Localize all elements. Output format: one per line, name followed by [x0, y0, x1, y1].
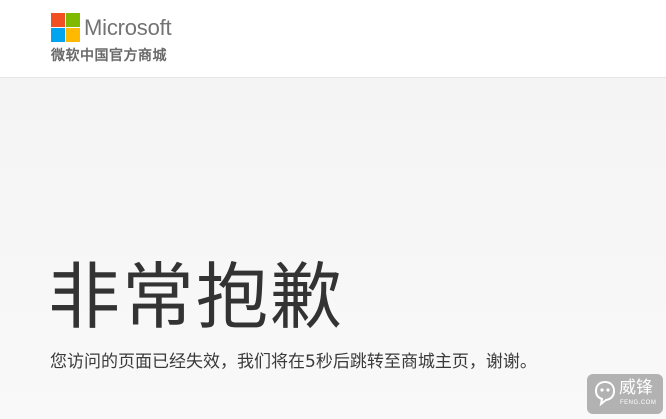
store-label: 微软中国官方商城 [51, 48, 167, 64]
site-watermark: 威锋 FENG.COM [587, 374, 663, 414]
logo-square-blue [51, 28, 65, 42]
feng-logo-icon [594, 380, 616, 406]
page-title: 非常抱歉 [48, 255, 345, 339]
brand-wordmark: Microsoft [84, 15, 172, 40]
logo-square-red [51, 13, 65, 27]
microsoft-store-home-link[interactable]: Microsoft 微软中国官方商城 [51, 13, 191, 67]
watermark-text: 威锋 [619, 378, 653, 398]
site-header: Microsoft 微软中国官方商城 [0, 0, 666, 78]
logo-square-green [66, 13, 80, 27]
microsoft-logo-icon [51, 13, 80, 42]
logo-square-yellow [66, 28, 80, 42]
redirect-message: 您访问的页面已经失效，我们将在5秒后跳转至商城主页，谢谢。 [50, 352, 537, 372]
watermark-subtext: FENG.COM [620, 400, 657, 406]
